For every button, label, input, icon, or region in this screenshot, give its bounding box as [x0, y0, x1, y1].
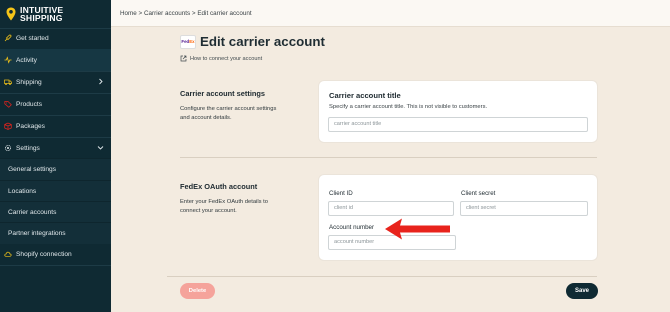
- sidebar-item-get-started[interactable]: Get started: [0, 27, 111, 49]
- gear-icon: [4, 144, 12, 152]
- truck-icon: [4, 78, 12, 86]
- top-bar: Home > Carrier accounts > Edit carrier a…: [111, 0, 670, 27]
- section-description-line: Enter your FedEx OAuth details to: [180, 199, 268, 205]
- fedex-logo-icon: Fed Ex: [180, 34, 196, 49]
- fedex-logo-fe: Fed: [181, 39, 190, 44]
- sidebar-subitem-label: Carrier accounts: [8, 209, 57, 216]
- box-icon: [4, 122, 12, 130]
- delete-button[interactable]: Delete: [180, 283, 215, 299]
- account-number-label: Account number: [329, 224, 375, 231]
- sidebar-subitem-label: Partner integrations: [8, 230, 66, 237]
- sidebar-subitem-general-settings[interactable]: General settings: [0, 158, 111, 180]
- sidebar-item-label: Activity: [16, 56, 37, 64]
- sidebar-item-label: Shopify connection: [16, 250, 72, 258]
- section-title: FedEx OAuth account: [180, 182, 258, 191]
- sidebar-item-label: Settings: [16, 144, 40, 152]
- oauth-card: Client ID client id Client secret client…: [318, 174, 598, 261]
- section-description: Configure the carrier account settings a…: [180, 105, 276, 123]
- sidebar-item-activity[interactable]: Activity: [0, 49, 111, 71]
- help-link[interactable]: How to connect your account: [180, 55, 262, 62]
- client-secret-input[interactable]: client secret: [460, 201, 588, 216]
- location-pin-icon: [6, 7, 16, 21]
- sidebar-subitem-label: General settings: [8, 166, 57, 173]
- chevron-right-icon: [99, 78, 103, 85]
- sidebar-item-packages[interactable]: Packages: [0, 115, 111, 137]
- section-description: Enter your FedEx OAuth details to connec…: [180, 198, 268, 216]
- section-description-line: connect your account.: [180, 207, 237, 214]
- section-description-line: Configure the carrier account settings: [180, 106, 277, 112]
- fedex-logo-ex: Ex: [189, 39, 195, 44]
- carrier-account-title-input[interactable]: carrier account title: [328, 117, 588, 132]
- sidebar-item-products[interactable]: Products: [0, 93, 111, 115]
- page-title: Edit carrier account: [200, 34, 325, 49]
- client-id-input[interactable]: client id: [328, 201, 454, 216]
- sidebar-item-settings[interactable]: Settings: [0, 137, 111, 159]
- tag-icon: [4, 100, 12, 108]
- help-link-label: How to connect your account: [190, 55, 263, 62]
- sidebar-subitem-carrier-accounts[interactable]: Carrier accounts: [0, 201, 111, 223]
- sidebar-item-label: Get started: [16, 34, 49, 42]
- sidebar-item-shopify-connection[interactable]: Shopify connection: [0, 243, 111, 265]
- sidebar-subitem-label: Locations: [8, 188, 37, 195]
- card-title: Carrier account title: [329, 91, 401, 100]
- sidebar-divider: [0, 265, 111, 266]
- sidebar-subitem-partner-integrations[interactable]: Partner integrations: [0, 222, 111, 244]
- section-divider: [180, 157, 597, 158]
- breadcrumb[interactable]: Home > Carrier accounts > Edit carrier a…: [120, 10, 252, 17]
- page-header: Fed Ex Edit carrier account: [180, 34, 325, 49]
- sidebar-subitem-locations[interactable]: Locations: [0, 180, 111, 202]
- chevron-down-icon: [97, 146, 104, 150]
- annotation-arrow-icon: [385, 218, 450, 240]
- section-description-line: and account details.: [180, 114, 232, 121]
- sidebar: INTUITIVE SHIPPING Get started Activity …: [0, 0, 111, 312]
- app-logo[interactable]: INTUITIVE SHIPPING: [0, 0, 111, 28]
- sidebar-item-label: Products: [16, 100, 43, 108]
- rocket-icon: [4, 34, 12, 42]
- cloud-icon: [4, 250, 12, 258]
- logo-text: INTUITIVE SHIPPING: [20, 4, 64, 23]
- carrier-title-card: Carrier account title Specify a carrier …: [318, 80, 598, 143]
- client-id-label: Client ID: [329, 190, 353, 197]
- save-button[interactable]: Save: [566, 283, 598, 299]
- card-subtitle: Specify a carrier account title. This is…: [329, 104, 488, 110]
- section-title: Carrier account settings: [180, 89, 266, 98]
- activity-icon: [4, 56, 12, 64]
- external-link-icon: [180, 55, 187, 62]
- footer-divider: [167, 276, 597, 277]
- sidebar-item-label: Packages: [16, 122, 45, 130]
- sidebar-item-shipping[interactable]: Shipping: [0, 71, 111, 93]
- client-secret-label: Client secret: [461, 190, 496, 197]
- sidebar-item-label: Shipping: [16, 78, 42, 86]
